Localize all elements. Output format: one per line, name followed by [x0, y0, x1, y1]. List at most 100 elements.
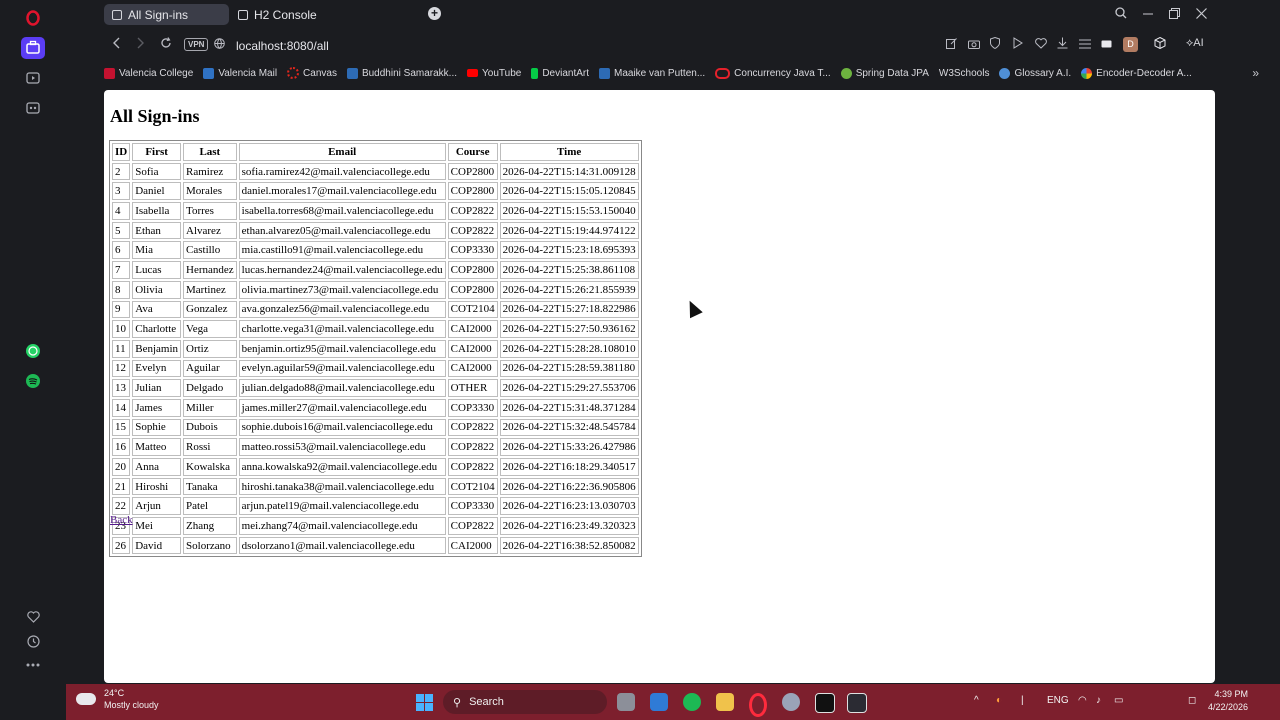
edit-icon[interactable]	[946, 37, 957, 52]
task-view-icon[interactable]	[617, 693, 635, 711]
restore-icon[interactable]	[1169, 6, 1180, 22]
table-cell: COP2800	[447, 162, 498, 181]
language-indicator[interactable]: ENG	[1047, 695, 1069, 706]
table-row: 22 Arjun Patel arjun.patel19@mail.valenciac…	[112, 497, 639, 516]
intellij-icon[interactable]	[815, 693, 835, 713]
table-cell: Julian	[132, 379, 182, 397]
bookmark-valencia-mail[interactable]: Valencia Mail	[203, 67, 278, 79]
easy-setup-menu-icon[interactable]	[1079, 37, 1091, 52]
table-cell: COP2822	[447, 517, 498, 535]
spotify-icon[interactable]	[0, 367, 66, 395]
spotify-taskbar-icon[interactable]	[683, 693, 701, 711]
wifi-icon[interactable]: ◠	[1078, 695, 1087, 706]
new-tab-plus-icon[interactable]: +	[428, 7, 441, 20]
opera-taskbar-icon[interactable]	[749, 693, 767, 717]
bookmark-w3schools[interactable]: W3Schools	[939, 68, 990, 79]
player-icon[interactable]	[0, 64, 66, 92]
table-cell: 2026-04-22T16:18:29.340517	[499, 458, 639, 476]
table-cell: 16	[112, 438, 131, 456]
table-cell: 7	[112, 261, 131, 279]
table-row: 7 Lucas Hernandez lucas.hernandez24@mail.va…	[112, 261, 639, 279]
table-cell: matteo.rossi53@mail.valenciacollege.edu	[238, 438, 446, 456]
more-dots-icon[interactable]	[0, 651, 66, 679]
table-cell: Lucas	[132, 261, 182, 279]
ai-label: AI	[1193, 37, 1204, 49]
volume-icon[interactable]: ♪	[1096, 695, 1101, 706]
file-explorer-icon[interactable]	[716, 693, 734, 711]
site-info-globe-icon[interactable]	[214, 37, 225, 52]
table-row: 23 Mei Zhang mei.zhang74@mail.valenciacolle…	[112, 517, 639, 535]
battery-icon[interactable]: ▭	[1114, 695, 1123, 706]
table-cell: 2026-04-22T16:22:36.905806	[499, 477, 639, 496]
settings-gear-icon[interactable]	[782, 693, 800, 711]
tab-label: All Sign-ins	[128, 7, 189, 22]
bookmark-concurrency[interactable]: Concurrency Java T...	[715, 67, 831, 79]
table-cell: Alvarez	[183, 221, 237, 240]
bookmark-canvas[interactable]: Canvas	[287, 67, 337, 79]
table-cell: 2026-04-22T15:27:50.936162	[499, 320, 639, 338]
extensions-cube-icon[interactable]	[1154, 36, 1166, 52]
opera-logo-icon[interactable]	[0, 4, 66, 32]
windows-start-icon[interactable]	[416, 694, 433, 711]
weather-widget[interactable]: 24°C Mostly cloudy	[76, 687, 159, 711]
bookmark-buddhini[interactable]: Buddhini Samarakk...	[346, 67, 457, 79]
bookmark-deviantart[interactable]: DeviantArt	[531, 67, 589, 79]
gaming-icon[interactable]	[0, 94, 66, 122]
battery-saver-icon[interactable]	[1101, 37, 1113, 52]
shield-icon[interactable]	[990, 36, 1000, 52]
bookmark-maaike[interactable]: Maaike van Putten...	[599, 67, 705, 79]
bookmark-valencia-college[interactable]: Valencia College	[104, 67, 193, 79]
table-cell: arjun.patel19@mail.valenciacollege.edu	[238, 497, 446, 516]
back-link[interactable]: Back	[110, 514, 133, 526]
bookmark-spring-data-jpa[interactable]: Spring Data JPA	[840, 67, 929, 79]
snapshot-camera-icon[interactable]	[968, 37, 980, 52]
snipping-tool-icon[interactable]	[847, 693, 867, 713]
minimize-icon[interactable]	[1143, 6, 1154, 22]
taskbar-search[interactable]: ⚲ Search	[443, 690, 607, 714]
play-icon[interactable]	[1013, 37, 1023, 52]
bookmark-youtube[interactable]: YouTube	[467, 68, 521, 79]
tab-all-signins[interactable]: All Sign-ins	[104, 4, 229, 25]
reload-icon[interactable]	[160, 37, 172, 52]
table-cell: 2026-04-22T15:23:18.695393	[499, 241, 639, 260]
table-cell: Tanaka	[183, 477, 237, 496]
bookmark-encoder-decoder[interactable]: Encoder-Decoder A...	[1081, 67, 1192, 79]
download-icon[interactable]	[1057, 37, 1068, 52]
microphone-icon[interactable]: |	[1021, 695, 1024, 706]
tab-h2-console[interactable]: H2 Console	[230, 4, 355, 25]
workspace-briefcase-icon[interactable]	[0, 34, 66, 62]
address-bar[interactable]: localhost:8080/all	[236, 39, 329, 53]
profile-avatar[interactable]: D	[1123, 37, 1138, 52]
table-cell: Castillo	[183, 241, 237, 260]
bookmark-label: Valencia Mail	[218, 67, 278, 79]
tab-strip: All Sign-ins H2 Console +	[66, 0, 1280, 30]
store-icon[interactable]	[650, 693, 668, 711]
bookmarks-bar: Valencia College Valencia Mail Canvas Bu…	[104, 61, 1259, 85]
bookmark-label: Concurrency Java T...	[734, 67, 831, 79]
notification-bell-icon[interactable]: ◻	[1188, 695, 1196, 706]
table-cell: COT2104	[447, 477, 498, 496]
tray-app-icon[interactable]: ◐	[996, 695, 1002, 706]
table-row: 10 Charlotte Vega charlotte.vega31@mail.val…	[112, 320, 639, 338]
favorite-heart-icon[interactable]	[1035, 37, 1047, 52]
system-clock[interactable]: 4:39 PM 4/22/2026	[1208, 688, 1248, 714]
close-window-icon[interactable]	[1196, 6, 1207, 22]
tray-chevron-up-icon[interactable]: ^	[974, 695, 979, 706]
table-cell: 2026-04-22T15:28:28.108010	[499, 339, 639, 358]
whatsapp-icon[interactable]	[0, 337, 66, 365]
table-cell: benjamin.ortiz95@mail.valenciacollege.ed…	[238, 339, 446, 358]
aria-ai-button[interactable]: ⟡AI	[1186, 37, 1204, 50]
tab-label: H2 Console	[254, 7, 317, 22]
valencia-logo-icon	[104, 67, 115, 79]
back-arrow-icon[interactable]	[113, 37, 121, 52]
search-tabs-icon[interactable]	[1115, 6, 1127, 22]
forward-arrow-icon[interactable]	[136, 37, 144, 52]
vpn-badge[interactable]: VPN	[184, 38, 209, 51]
table-cell: 2026-04-22T15:19:44.974122	[499, 221, 639, 240]
table-cell: 2026-04-22T15:32:48.545784	[499, 418, 639, 437]
spring-leaf-icon	[840, 67, 852, 79]
browser-toolbar: VPN localhost:8080/all D ⟡AI	[66, 30, 1280, 61]
table-cell: COP2822	[447, 458, 498, 476]
bookmark-glossary-ai[interactable]: Glossary A.I.	[999, 67, 1071, 79]
bookmarks-overflow-chevron-icon[interactable]: »	[1252, 66, 1259, 80]
